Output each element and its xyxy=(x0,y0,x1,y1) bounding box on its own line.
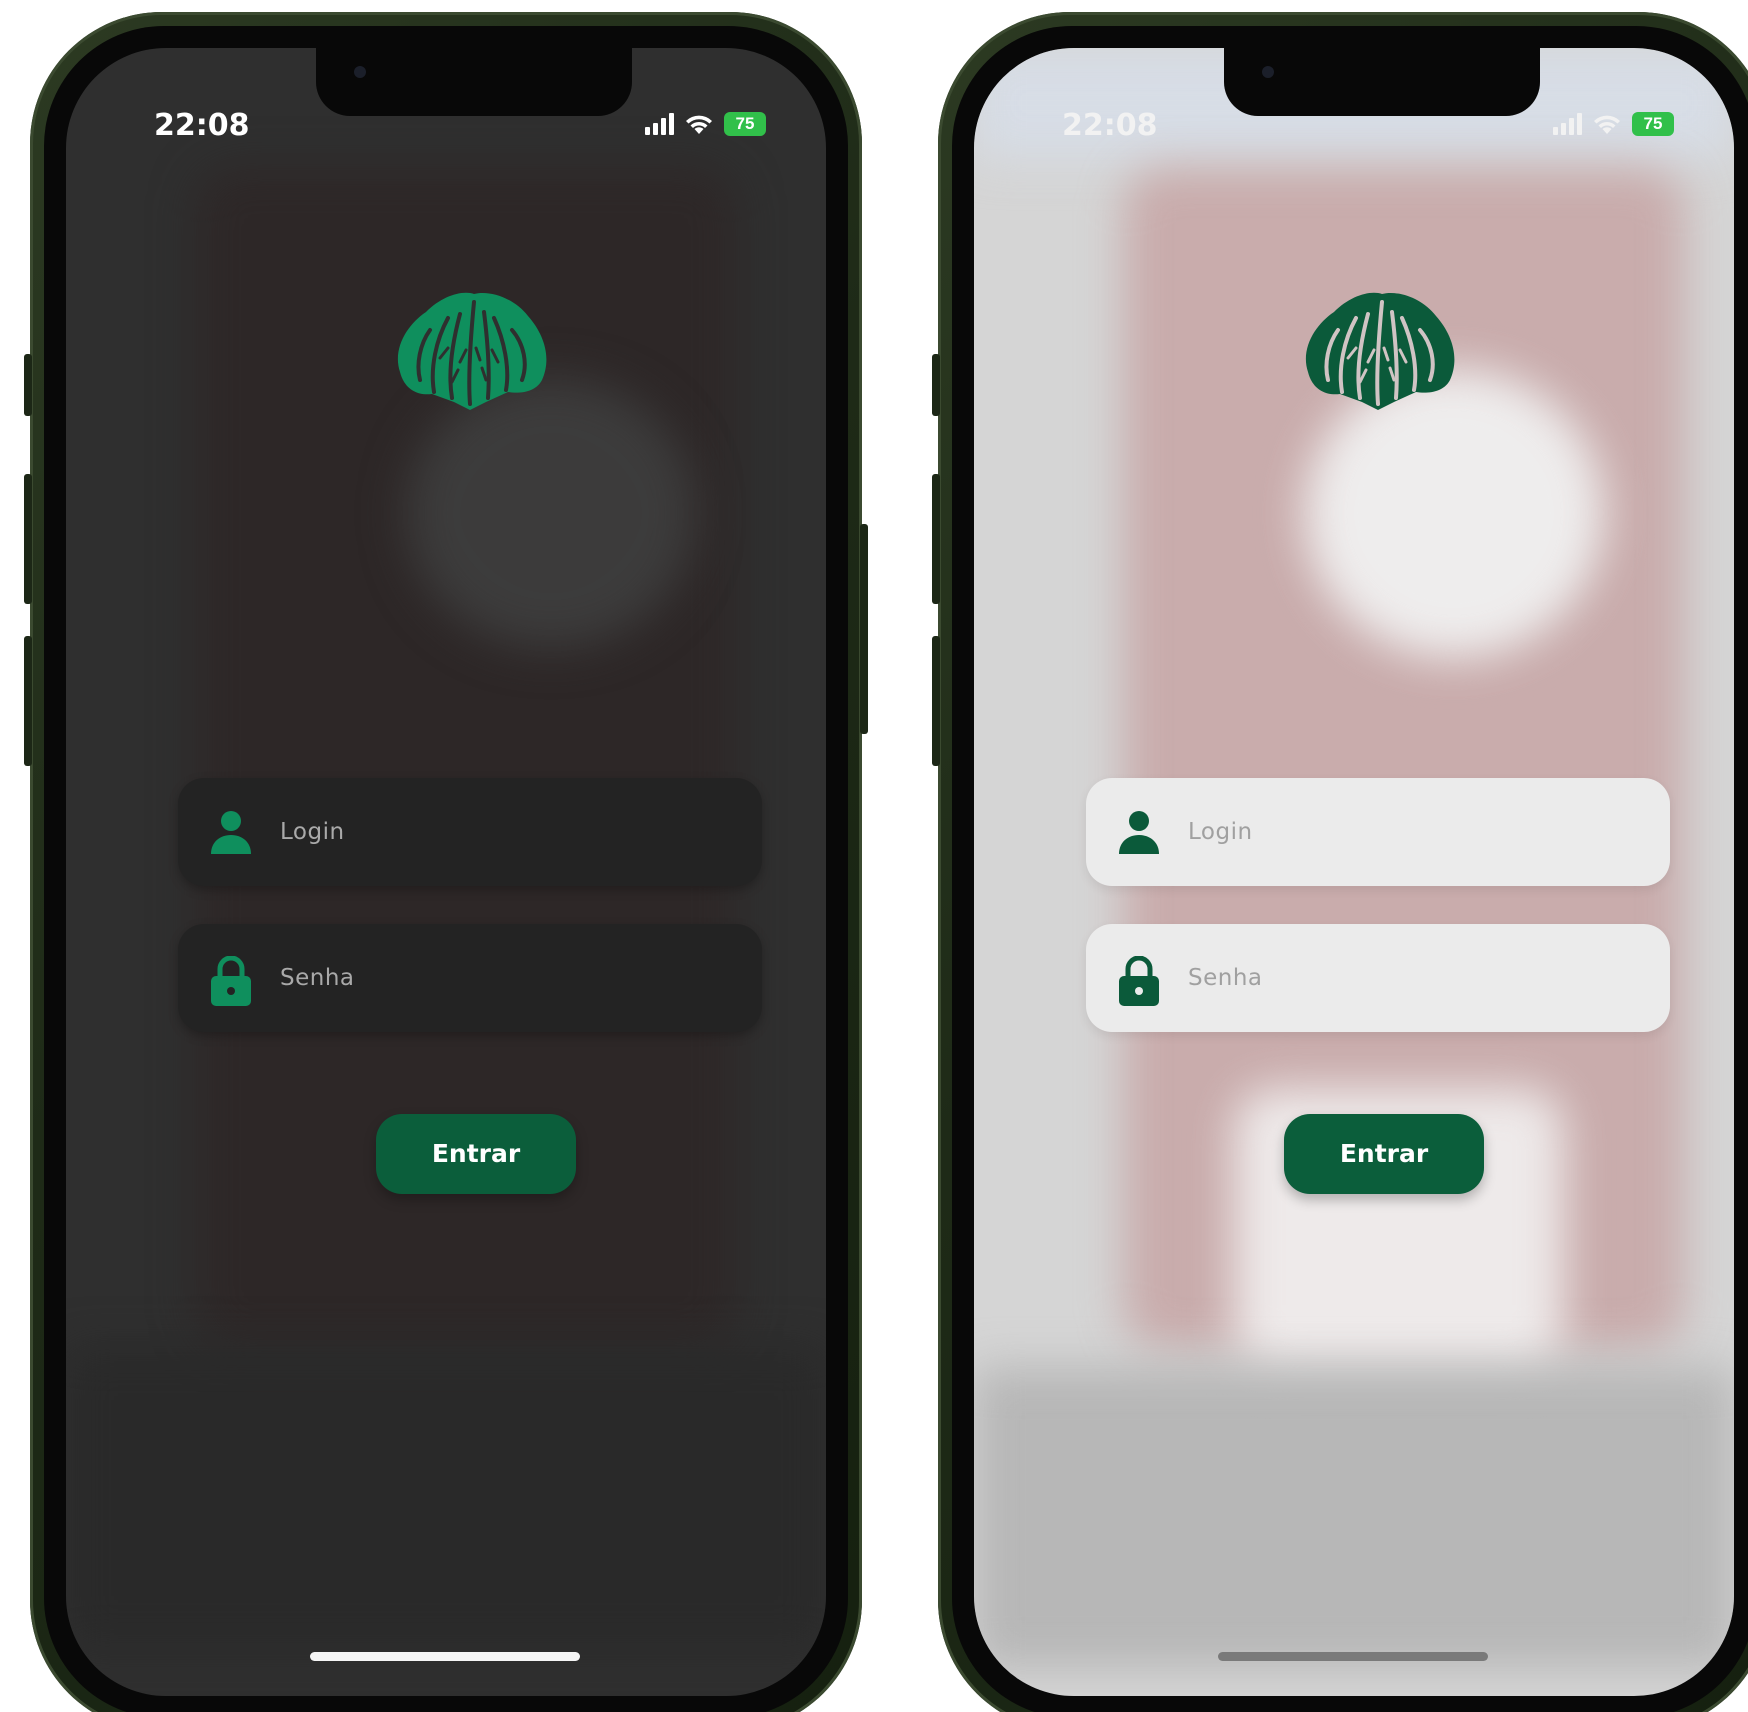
agave-plant-logo xyxy=(1298,288,1460,412)
lock-icon xyxy=(210,955,252,1006)
status-time: 22:08 xyxy=(1062,108,1158,143)
volume-down-button xyxy=(932,636,940,766)
login-screen-dark: 22:08 75 Login Senha Entrar xyxy=(66,48,826,1696)
signal-icon xyxy=(645,113,674,135)
user-icon xyxy=(210,810,252,856)
battery-icon: 75 xyxy=(1632,112,1674,136)
mute-switch xyxy=(24,354,32,416)
volume-up-button xyxy=(932,474,940,604)
signal-icon xyxy=(1553,113,1582,135)
battery-icon: 75 xyxy=(724,112,766,136)
entrar-button[interactable]: Entrar xyxy=(1284,1114,1484,1194)
lock-icon xyxy=(1118,955,1160,1006)
notch xyxy=(1224,48,1540,116)
background-blur xyxy=(406,378,696,648)
status-icons: 75 xyxy=(1553,112,1674,136)
front-camera xyxy=(1262,66,1274,78)
front-camera xyxy=(354,66,366,78)
volume-down-button xyxy=(24,636,32,766)
login-input[interactable]: Login xyxy=(280,778,345,886)
notch xyxy=(316,48,632,116)
status-time: 22:08 xyxy=(154,108,250,143)
volume-up-button xyxy=(24,474,32,604)
login-field[interactable]: Login xyxy=(1086,778,1670,886)
home-indicator[interactable] xyxy=(310,1652,580,1661)
entrar-button[interactable]: Entrar xyxy=(376,1114,576,1194)
phone-light-theme: 22:08 75 Login Senha Entrar xyxy=(932,12,1748,1712)
status-icons: 75 xyxy=(645,112,766,136)
background-blur xyxy=(974,1368,1734,1668)
phone-dark-theme: 22:08 75 Login Senha Entrar xyxy=(24,12,868,1712)
agave-plant-logo xyxy=(390,288,552,412)
mute-switch xyxy=(932,354,940,416)
user-icon xyxy=(1118,810,1160,856)
wifi-icon xyxy=(1592,113,1622,135)
background-blur xyxy=(66,1348,826,1648)
password-field[interactable]: Senha xyxy=(178,924,762,1032)
login-field[interactable]: Login xyxy=(178,778,762,886)
power-button xyxy=(860,524,868,734)
home-indicator[interactable] xyxy=(1218,1652,1488,1661)
login-input[interactable]: Login xyxy=(1188,778,1253,886)
password-input[interactable]: Senha xyxy=(1188,924,1263,1032)
password-input[interactable]: Senha xyxy=(280,924,355,1032)
wifi-icon xyxy=(684,113,714,135)
password-field[interactable]: Senha xyxy=(1086,924,1670,1032)
login-screen-light: 22:08 75 Login Senha Entrar xyxy=(974,48,1734,1696)
